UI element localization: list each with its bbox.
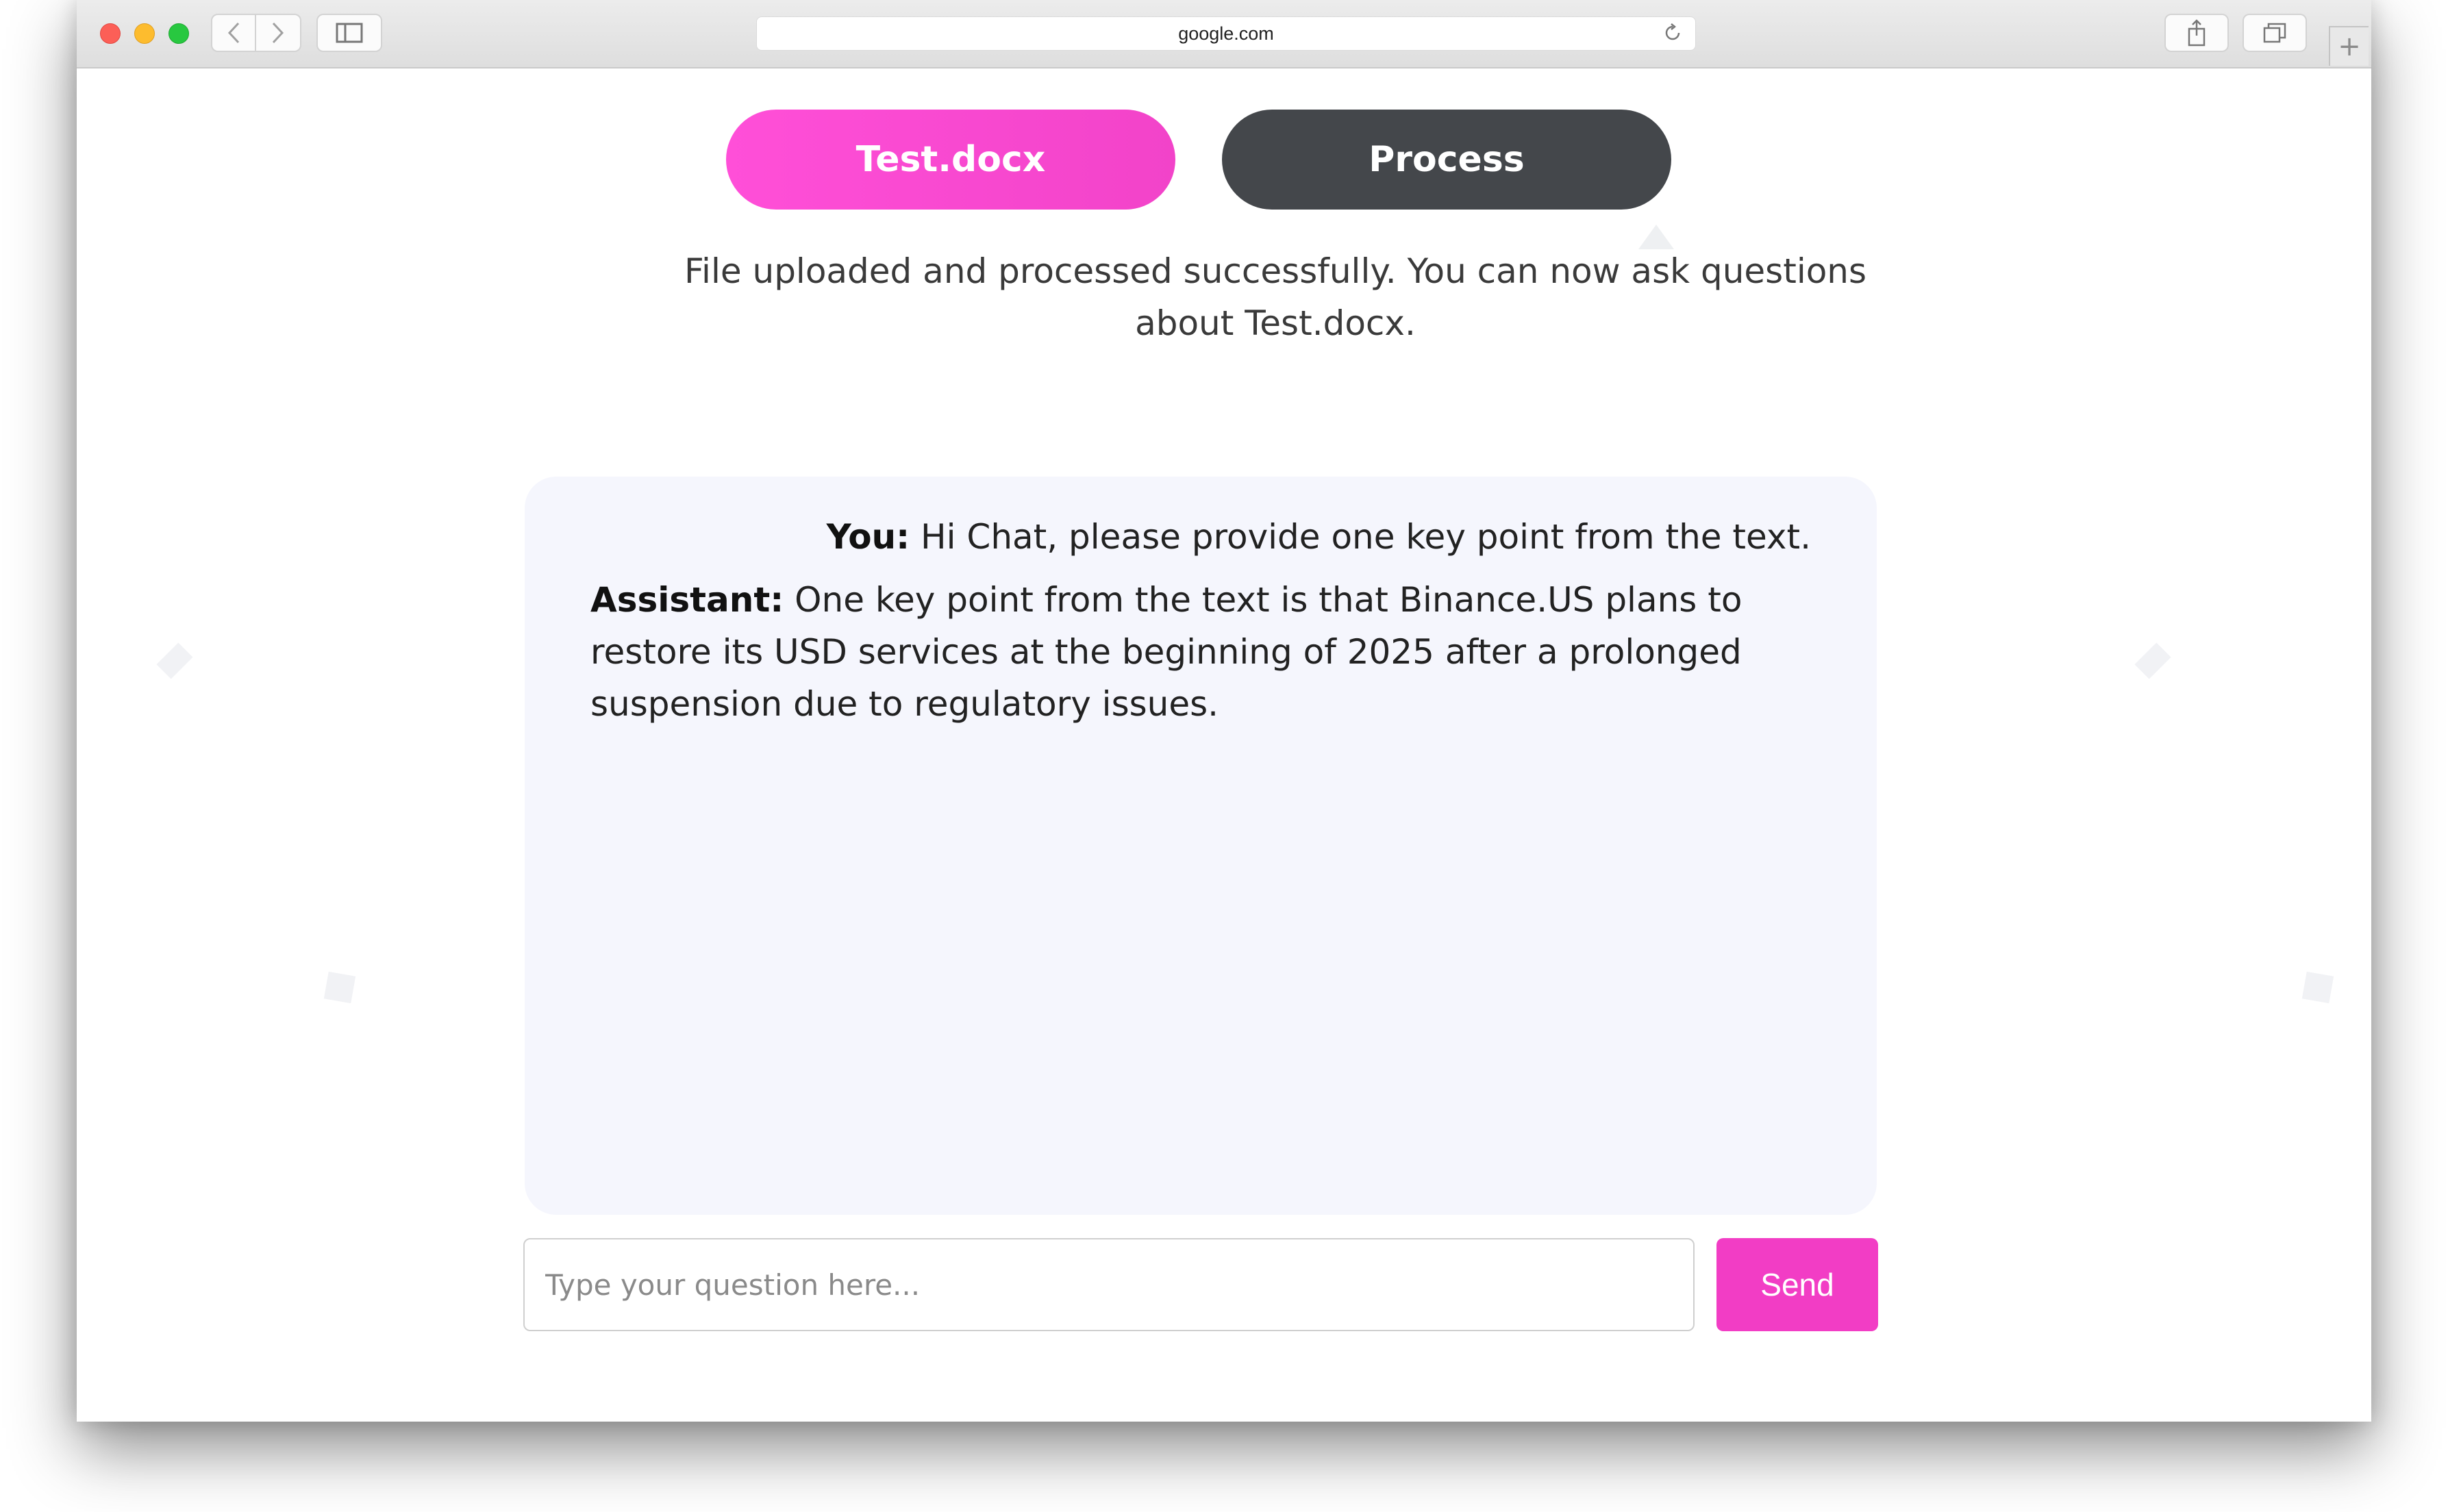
zoom-window-icon[interactable] — [168, 23, 189, 44]
address-bar[interactable]: google.com — [756, 16, 1696, 51]
send-button[interactable]: Send — [1716, 1238, 1878, 1331]
reload-icon[interactable] — [1662, 23, 1683, 49]
chevron-right-icon — [272, 22, 284, 44]
share-icon — [2188, 19, 2206, 47]
user-message-text: Hi Chat, please provide one key point fr… — [910, 517, 1811, 557]
tabs-icon — [2263, 23, 2286, 43]
decorative-diamond — [2134, 642, 2171, 679]
share-button[interactable] — [2164, 14, 2229, 52]
browser-window: google.com + Test.docx Process File uplo… — [77, 0, 2371, 1422]
question-input[interactable] — [523, 1238, 1695, 1331]
address-url: google.com — [1178, 23, 1274, 44]
assistant-role-label: Assistant: — [590, 580, 784, 620]
file-upload-button[interactable]: Test.docx — [726, 110, 1175, 210]
show-tabs-button[interactable] — [2243, 14, 2307, 52]
minimize-window-icon[interactable] — [134, 23, 155, 44]
browser-toolbar: google.com + — [77, 0, 2371, 68]
forward-button[interactable] — [256, 14, 301, 52]
sidebar-toggle-button[interactable] — [316, 14, 382, 52]
user-message: You: Hi Chat, please provide one key poi… — [590, 511, 1811, 563]
chat-history[interactable]: You: Hi Chat, please provide one key poi… — [525, 477, 1877, 1215]
upload-status-text: File uploaded and processed successfully… — [684, 251, 1867, 343]
process-button[interactable]: Process — [1222, 110, 1671, 210]
close-window-icon[interactable] — [100, 23, 121, 44]
back-button[interactable] — [211, 14, 256, 52]
chevron-left-icon — [227, 22, 240, 44]
new-tab-button[interactable]: + — [2329, 26, 2369, 66]
sidebar-icon — [336, 23, 363, 43]
user-role-label: You: — [826, 517, 910, 557]
decorative-square — [323, 971, 356, 1004]
plus-icon: + — [2338, 31, 2361, 62]
page-content: Test.docx Process File uploaded and proc… — [77, 68, 2371, 1422]
decorative-square — [2301, 971, 2334, 1004]
assistant-message: Assistant: One key point from the text i… — [590, 574, 1796, 730]
decorative-diamond — [156, 642, 193, 679]
